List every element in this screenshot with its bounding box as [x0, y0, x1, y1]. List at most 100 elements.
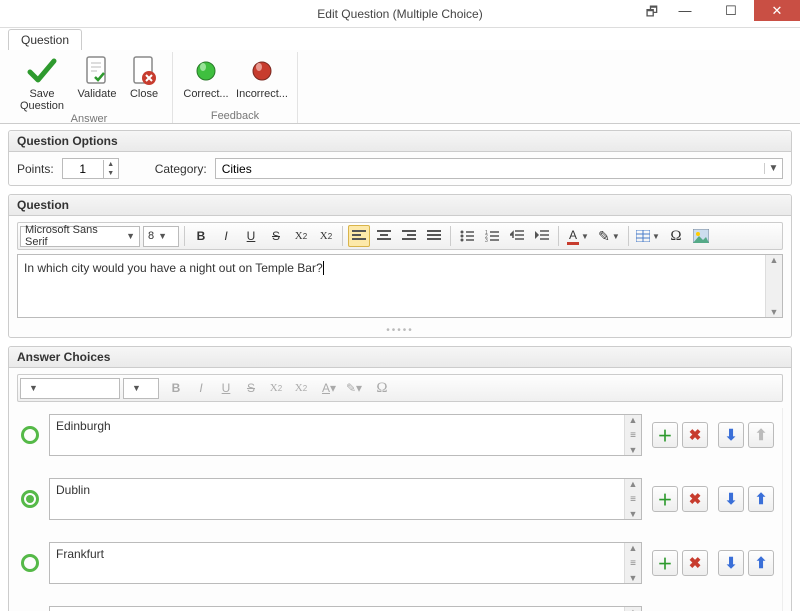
image-button[interactable]: [690, 225, 712, 247]
answer-font-color-button[interactable]: A▾: [318, 377, 340, 399]
add-answer-button[interactable]: ＋: [652, 550, 678, 576]
dropdown-icon[interactable]: ▼: [764, 163, 782, 174]
answer-text: Dublin: [56, 483, 90, 497]
number-list-button[interactable]: 123: [481, 225, 503, 247]
title-bar: Edit Question (Multiple Choice) 🗗 — ☐ ✕: [0, 0, 800, 28]
answer-underline-button[interactable]: U: [215, 377, 237, 399]
question-text: In which city would you have a night out…: [24, 261, 323, 275]
font-size-select[interactable]: 8▼: [143, 226, 179, 247]
overflow-icon[interactable]: 🗗: [646, 3, 658, 25]
answer-subscript-button[interactable]: X2: [290, 377, 312, 399]
window-title: Edit Question (Multiple Choice): [317, 7, 482, 21]
answer-choices-header: Answer Choices: [9, 347, 791, 368]
align-justify-button[interactable]: [423, 225, 445, 247]
answer-editor[interactable]: Madrid ▲≡▼: [49, 606, 642, 611]
scrollbar[interactable]: ▲≡▼: [624, 415, 641, 455]
align-center-button[interactable]: [373, 225, 395, 247]
close-window-button[interactable]: ✕: [754, 0, 800, 21]
answer-font-select[interactable]: ▼: [20, 378, 120, 399]
align-left-button[interactable]: [348, 225, 370, 247]
delete-answer-button[interactable]: ✖: [682, 422, 708, 448]
answer-size-select[interactable]: ▼: [123, 378, 159, 399]
question-panel: Question Microsoft Sans Serif▼ 8▼ B I U …: [8, 194, 792, 338]
spin-up-icon[interactable]: ▲: [104, 160, 118, 169]
outdent-button[interactable]: [506, 225, 528, 247]
incorrect-label: Incorrect...: [236, 88, 288, 100]
points-label: Points:: [17, 162, 54, 176]
highlight-button[interactable]: ✎▼: [595, 225, 623, 247]
move-down-button[interactable]: ⬇: [718, 550, 744, 576]
close-button[interactable]: Close: [122, 52, 166, 112]
validate-label: Validate: [78, 88, 117, 100]
answer-editor[interactable]: Dublin ▲≡▼: [49, 478, 642, 520]
correct-answer-radio[interactable]: [21, 490, 39, 508]
answer-row: Frankfurt ▲≡▼ ＋ ✖ ⬇ ⬆: [17, 536, 778, 600]
bullet-list-button[interactable]: [456, 225, 478, 247]
add-answer-button[interactable]: ＋: [652, 486, 678, 512]
answer-highlight-button[interactable]: ✎▾: [343, 377, 365, 399]
answer-superscript-button[interactable]: X2: [265, 377, 287, 399]
correct-label: Correct...: [183, 88, 228, 100]
table-button[interactable]: ▼: [634, 225, 662, 247]
move-up-button[interactable]: ⬆: [748, 550, 774, 576]
category-label: Category:: [155, 162, 207, 176]
answer-row: Dublin ▲≡▼ ＋ ✖ ⬇ ⬆: [17, 472, 778, 536]
incorrect-feedback-button[interactable]: Incorrect...: [233, 52, 291, 109]
resize-gripper[interactable]: •••••: [9, 324, 791, 337]
superscript-button[interactable]: X2: [290, 225, 312, 247]
answer-strike-button[interactable]: S: [240, 377, 262, 399]
move-down-button[interactable]: ⬇: [718, 486, 744, 512]
minimize-button[interactable]: —: [662, 0, 708, 21]
answer-bold-button[interactable]: B: [165, 377, 187, 399]
symbol-button[interactable]: Ω: [665, 225, 687, 247]
spin-down-icon[interactable]: ▼: [104, 169, 118, 178]
move-up-button[interactable]: ⬆: [748, 486, 774, 512]
ribbon: Save Question Validate Close Answer: [0, 50, 800, 124]
tab-question[interactable]: Question: [8, 29, 82, 50]
font-color-button[interactable]: A▼: [564, 225, 592, 247]
answer-editor[interactable]: Edinburgh ▲≡▼: [49, 414, 642, 456]
ribbon-tabstrip: Question: [0, 28, 800, 50]
validate-button[interactable]: Validate: [72, 52, 122, 112]
category-combo[interactable]: ▼: [215, 158, 783, 179]
scrollbar[interactable]: ▲≡▼: [624, 607, 641, 611]
save-label: Save Question: [12, 88, 72, 112]
align-right-button[interactable]: [398, 225, 420, 247]
delete-answer-button[interactable]: ✖: [682, 550, 708, 576]
answer-row: Edinburgh ▲≡▼ ＋ ✖ ⬇ ⬆: [17, 408, 778, 472]
move-down-button[interactable]: ⬇: [718, 422, 744, 448]
points-spinner[interactable]: ▲▼: [62, 158, 119, 179]
correct-answer-radio[interactable]: [21, 554, 39, 572]
italic-button[interactable]: I: [215, 225, 237, 247]
question-header: Question: [9, 195, 791, 216]
svg-text:3: 3: [485, 238, 488, 242]
delete-answer-button[interactable]: ✖: [682, 486, 708, 512]
red-light-icon: [250, 54, 274, 88]
scrollbar[interactable]: ▲≡▼: [624, 543, 641, 583]
add-answer-button[interactable]: ＋: [652, 422, 678, 448]
document-check-icon: [83, 54, 111, 88]
bold-button[interactable]: B: [190, 225, 212, 247]
answer-italic-button[interactable]: I: [190, 377, 212, 399]
subscript-button[interactable]: X2: [315, 225, 337, 247]
close-label: Close: [130, 88, 158, 100]
checkmark-icon: [26, 54, 58, 88]
answer-editor[interactable]: Frankfurt ▲≡▼: [49, 542, 642, 584]
group-label-answer: Answer: [12, 112, 166, 126]
answer-symbol-button[interactable]: Ω: [371, 377, 393, 399]
answer-list: Edinburgh ▲≡▼ ＋ ✖ ⬇ ⬆ Dublin ▲≡▼ ＋ ✖ ⬇ ⬆…: [17, 408, 783, 611]
scrollbar[interactable]: ▲▼: [765, 255, 782, 317]
question-editor[interactable]: In which city would you have a night out…: [17, 254, 783, 318]
scrollbar[interactable]: ▲≡▼: [624, 479, 641, 519]
correct-feedback-button[interactable]: Correct...: [179, 52, 233, 109]
underline-button[interactable]: U: [240, 225, 262, 247]
font-name-select[interactable]: Microsoft Sans Serif▼: [20, 226, 140, 247]
strike-button[interactable]: S: [265, 225, 287, 247]
indent-button[interactable]: [531, 225, 553, 247]
category-input[interactable]: [216, 162, 764, 176]
points-input[interactable]: [63, 162, 103, 176]
move-up-button: ⬆: [748, 422, 774, 448]
save-question-button[interactable]: Save Question: [12, 52, 72, 112]
maximize-button[interactable]: ☐: [708, 0, 754, 21]
correct-answer-radio[interactable]: [21, 426, 39, 444]
